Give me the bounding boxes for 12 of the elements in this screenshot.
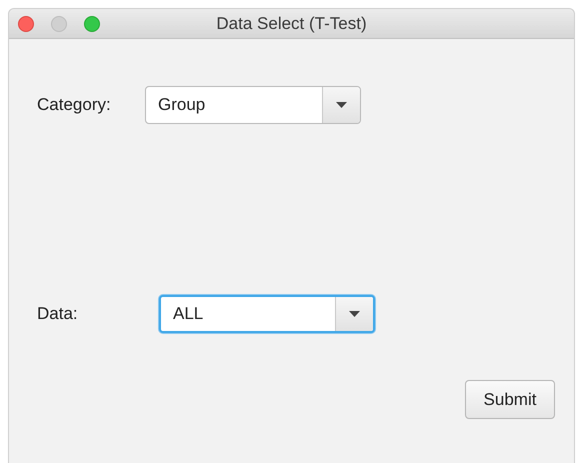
dropdown-value: Group bbox=[157, 94, 206, 116]
caret-icon bbox=[336, 102, 347, 108]
caret-icon bbox=[349, 311, 360, 317]
zoom-button[interactable] bbox=[84, 16, 100, 32]
dropdown[interactable]: Group bbox=[145, 86, 361, 124]
submit-button[interactable]: Submit bbox=[465, 380, 555, 419]
field-label: Data: bbox=[37, 303, 79, 326]
dropdown[interactable]: ALL bbox=[159, 295, 375, 333]
close-button[interactable] bbox=[18, 16, 34, 32]
field-label: Category: bbox=[37, 94, 112, 116]
window-title: Data Select (T-Test) bbox=[216, 12, 367, 35]
dropdown-value: ALL bbox=[172, 303, 204, 326]
